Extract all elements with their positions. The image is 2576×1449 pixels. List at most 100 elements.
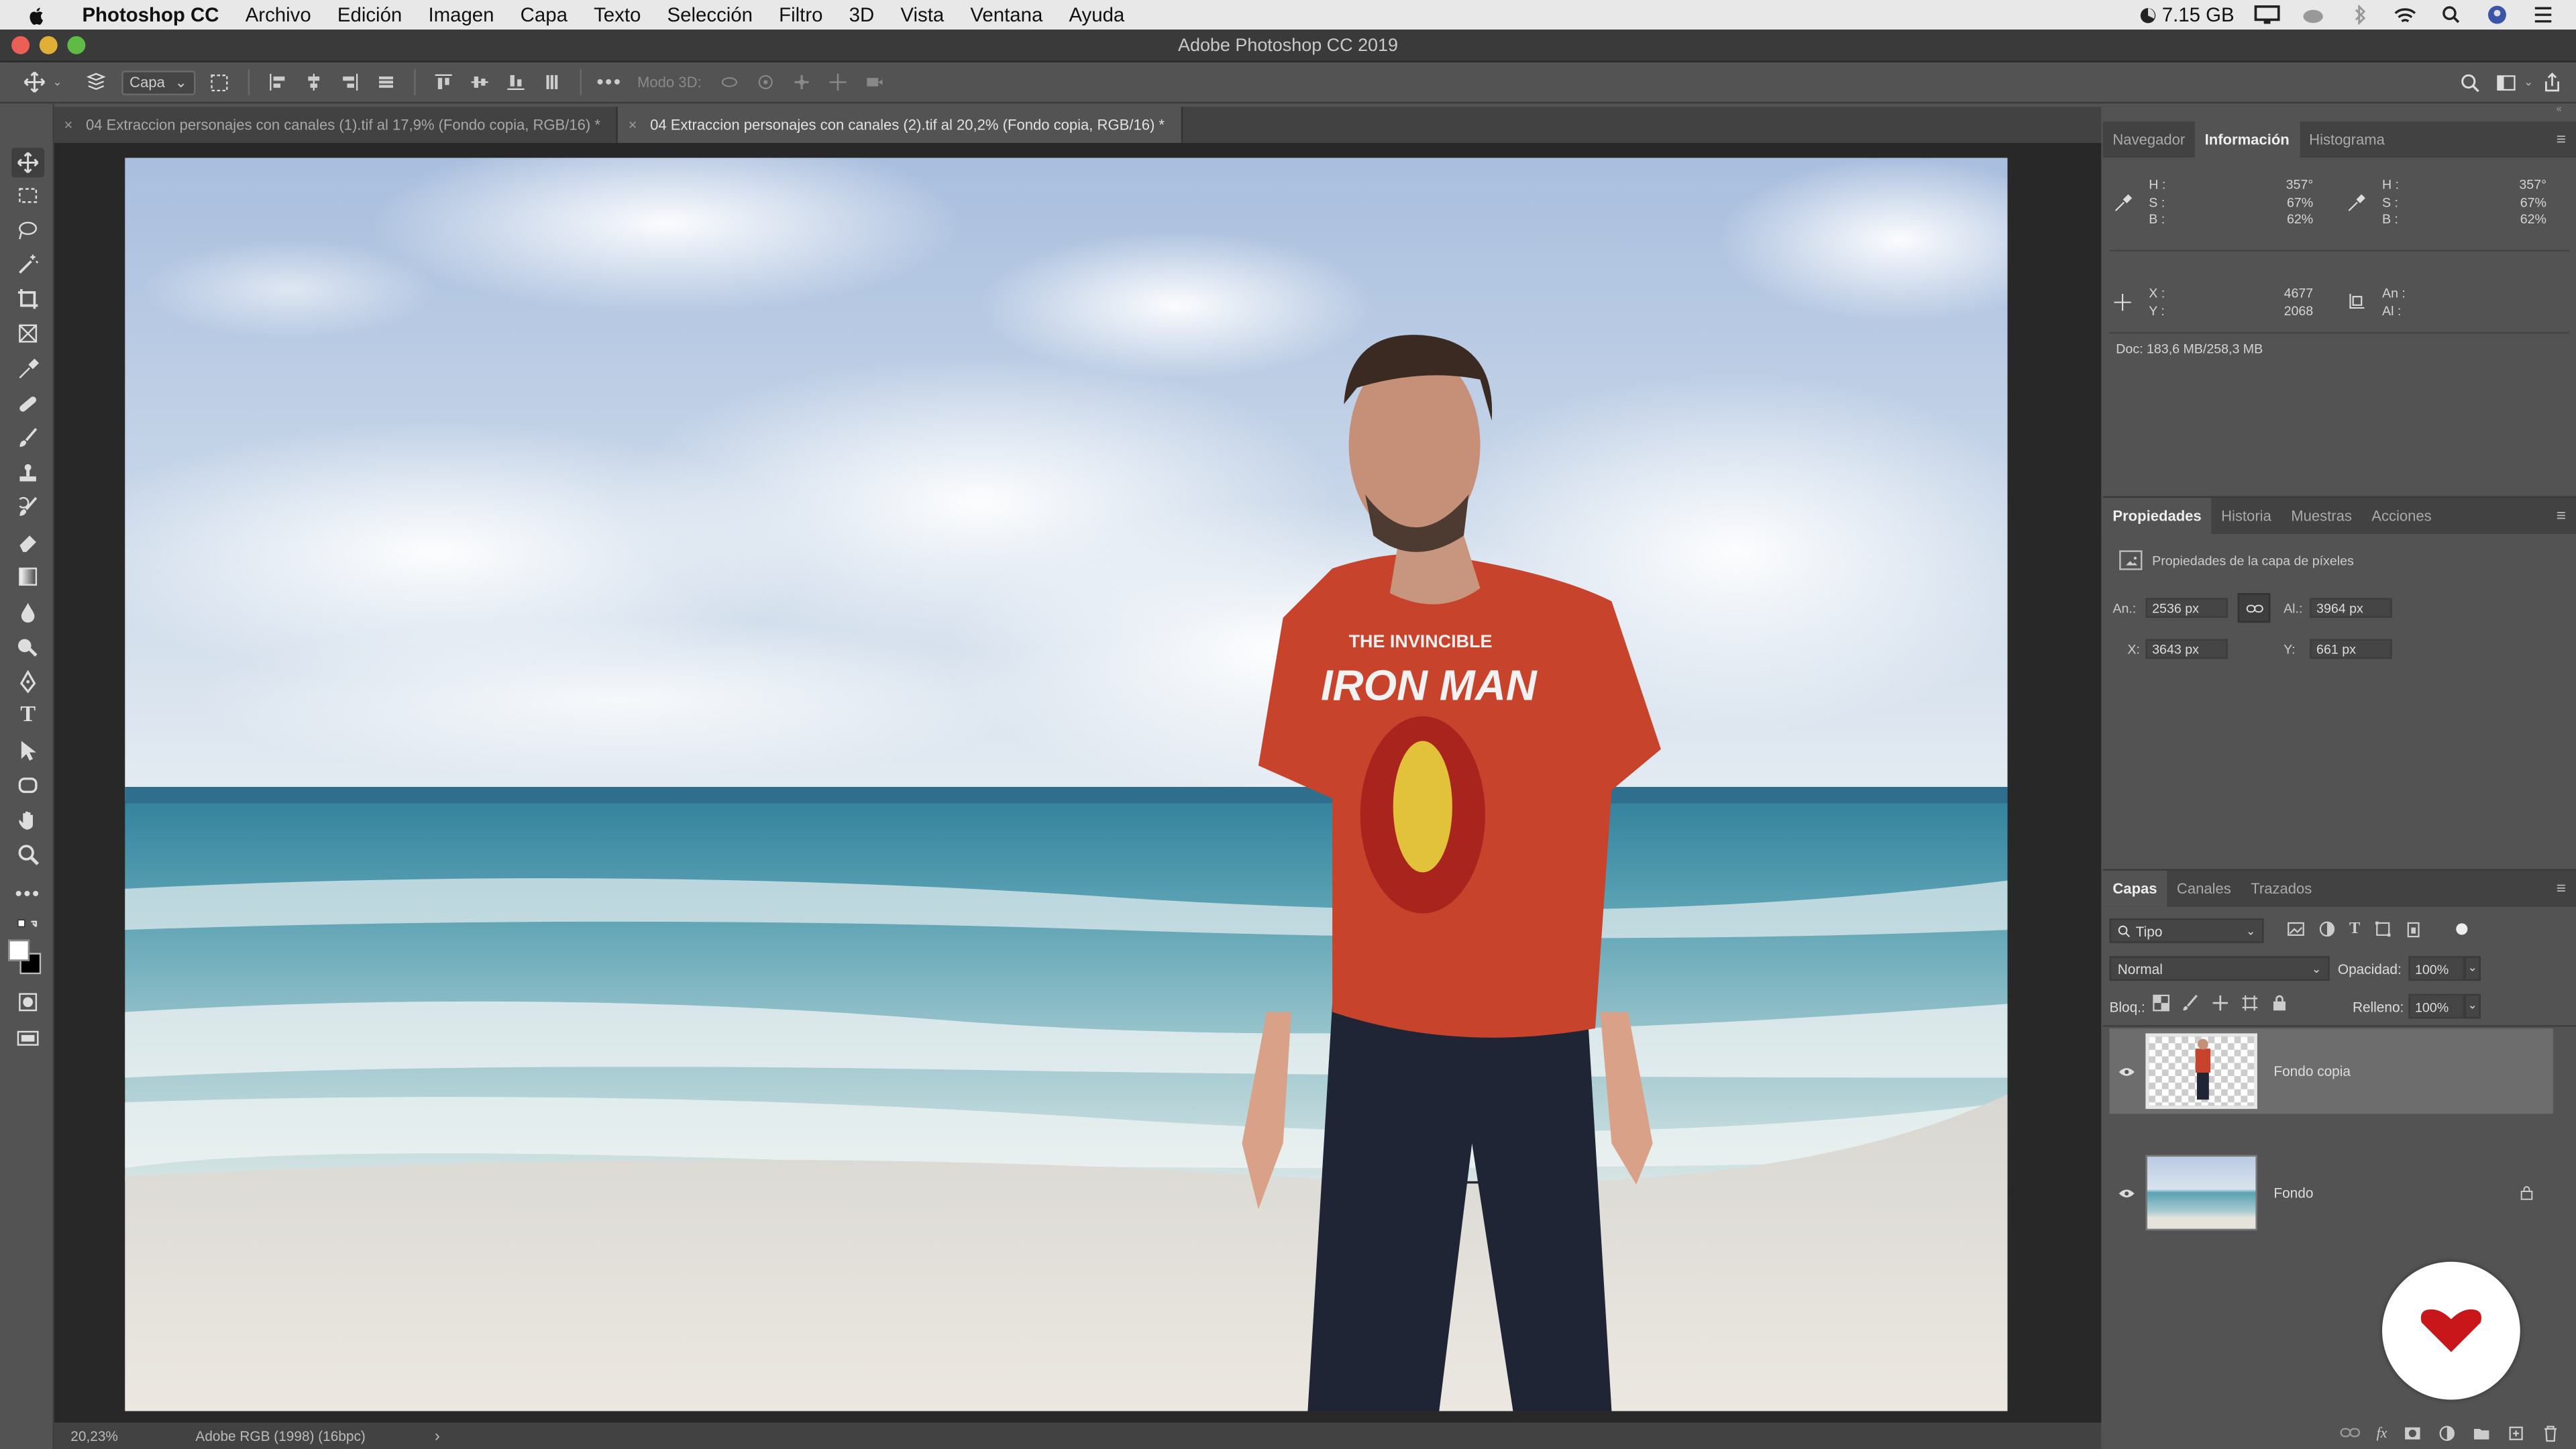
filter-pixel-icon[interactable] — [2287, 920, 2305, 938]
zoom-window-button[interactable] — [67, 36, 86, 54]
align-top-icon[interactable] — [432, 70, 455, 93]
filter-smart-object-icon[interactable] — [2405, 920, 2423, 938]
align-right-icon[interactable] — [338, 70, 361, 93]
opacity-field[interactable]: 100% — [2408, 956, 2465, 981]
link-layers-icon[interactable] — [2339, 1426, 2360, 1440]
clone-stamp-tool[interactable] — [11, 458, 44, 488]
orbit-3d-icon[interactable] — [718, 70, 741, 93]
slide-3d-icon[interactable] — [826, 70, 849, 93]
move-tool[interactable] — [11, 148, 45, 178]
scale-3d-icon[interactable] — [863, 70, 885, 93]
hand-tool[interactable] — [11, 805, 44, 835]
eyedropper-tool[interactable] — [11, 355, 44, 384]
auto-select-icon[interactable] — [85, 70, 108, 93]
menu-ayuda[interactable]: Ayuda — [1056, 0, 1138, 30]
search-icon[interactable] — [2438, 5, 2464, 24]
tab-historia[interactable]: Historia — [2211, 498, 2281, 534]
transform-controls-icon[interactable] — [209, 70, 231, 93]
more-options-icon[interactable]: ••• — [596, 70, 621, 93]
opacity-chevron-icon[interactable]: ⌄ — [2464, 956, 2481, 981]
document-image[interactable]: THE INVINCIBLE IRON MAN — [125, 158, 2008, 1411]
filter-type-icon[interactable]: T — [2349, 920, 2360, 938]
tool-preset-chevron-icon[interactable]: ⌄ — [52, 76, 62, 89]
align-bottom-icon[interactable] — [504, 70, 527, 93]
lock-pixels-icon[interactable] — [2182, 994, 2200, 1012]
new-layer-icon[interactable] — [2507, 1424, 2525, 1442]
layer-row-fondo[interactable]: Fondo — [2109, 1150, 2553, 1235]
menu-texto[interactable]: Texto — [581, 0, 654, 30]
search-icon[interactable] — [2458, 70, 2481, 93]
align-middle-v-icon[interactable] — [468, 70, 491, 93]
memory-monitor[interactable]: 7.15 GB — [2139, 3, 2235, 26]
screen-mode-button[interactable] — [11, 1024, 44, 1053]
pen-tool[interactable] — [11, 667, 44, 696]
path-selection-tool[interactable] — [11, 736, 44, 765]
magic-wand-tool[interactable] — [11, 250, 44, 279]
workspace-icon[interactable] — [2494, 70, 2517, 93]
align-left-icon[interactable] — [266, 70, 289, 93]
tab-informacion[interactable]: Información — [2194, 121, 2300, 158]
document-tab-2[interactable]: × 04 Extraccion personajes con canales (… — [618, 107, 1183, 144]
fill-chevron-icon[interactable]: ⌄ — [2464, 994, 2481, 1019]
tab-histograma[interactable]: Histograma — [2299, 121, 2394, 158]
y-position-field[interactable]: 661 px — [2310, 639, 2392, 659]
type-tool[interactable]: T — [11, 702, 44, 731]
gradient-tool[interactable] — [11, 562, 44, 592]
height-field[interactable]: 3964 px — [2310, 598, 2392, 618]
adjustment-layer-icon[interactable] — [2438, 1424, 2456, 1442]
layer-name[interactable]: Fondo copia — [2273, 1063, 2351, 1079]
width-field[interactable]: 2536 px — [2145, 598, 2228, 618]
filter-shape-icon[interactable] — [2373, 920, 2392, 938]
tab-capas[interactable]: Capas — [2102, 870, 2167, 907]
tab-trazados[interactable]: Trazados — [2241, 871, 2322, 907]
trash-icon[interactable] — [2542, 1424, 2560, 1442]
distribute-v-icon[interactable] — [541, 70, 564, 93]
tab-acciones[interactable]: Acciones — [2362, 498, 2442, 534]
panel-menu-icon[interactable]: ≡ — [2546, 498, 2576, 534]
filter-adjustment-icon[interactable] — [2318, 920, 2337, 938]
zoom-tool[interactable] — [11, 839, 44, 869]
wifi-icon[interactable] — [2392, 5, 2418, 24]
layer-style-icon[interactable]: fx — [2376, 1424, 2387, 1440]
menu-3d[interactable]: 3D — [836, 0, 888, 30]
shape-tool[interactable] — [11, 771, 44, 800]
link-dimensions-button[interactable] — [2237, 593, 2271, 623]
bluetooth-icon[interactable] — [2346, 5, 2372, 25]
pan-3d-icon[interactable] — [790, 70, 813, 93]
lock-transparency-icon[interactable] — [2152, 994, 2170, 1012]
lock-position-icon[interactable] — [2211, 994, 2229, 1012]
panel-menu-icon[interactable]: ≡ — [2546, 871, 2576, 907]
marquee-tool[interactable] — [11, 180, 44, 210]
layer-lock-icon[interactable] — [2520, 1185, 2534, 1201]
collapse-panels-icon[interactable]: « — [2557, 105, 2562, 115]
lock-all-icon[interactable] — [2270, 994, 2288, 1012]
lasso-tool[interactable] — [11, 215, 44, 245]
tab-canales[interactable]: Canales — [2167, 871, 2241, 907]
eraser-tool[interactable] — [11, 527, 44, 557]
dodge-tool[interactable] — [11, 633, 44, 662]
filter-toggle[interactable] — [2455, 923, 2467, 935]
visibility-eye-icon[interactable] — [2109, 1065, 2142, 1077]
distribute-h-icon[interactable] — [374, 70, 397, 93]
lock-artboard-icon[interactable] — [2241, 994, 2259, 1012]
workspace-chevron-icon[interactable]: ⌄ — [2524, 76, 2533, 89]
close-tab-icon[interactable]: × — [64, 117, 73, 133]
menu-imagen[interactable]: Imagen — [415, 0, 507, 30]
frame-tool[interactable] — [11, 319, 44, 348]
minimize-window-button[interactable] — [39, 36, 58, 54]
menu-filtro[interactable]: Filtro — [766, 0, 837, 30]
move-tool-icon[interactable] — [23, 70, 46, 93]
roll-3d-icon[interactable] — [754, 70, 777, 93]
tab-navegador[interactable]: Navegador — [2103, 121, 2195, 158]
color-swatches[interactable] — [8, 939, 44, 976]
menu-seleccion[interactable]: Selección — [654, 0, 766, 30]
menu-vista[interactable]: Vista — [888, 0, 957, 30]
user-avatar-icon[interactable] — [2484, 5, 2510, 24]
tab-propiedades[interactable]: Propiedades — [2102, 498, 2212, 534]
menu-edicion[interactable]: Edición — [324, 0, 415, 30]
menu-app[interactable]: Photoshop CC — [69, 0, 232, 30]
x-position-field[interactable]: 3643 px — [2145, 639, 2228, 659]
cloud-icon[interactable] — [2300, 5, 2326, 24]
menu-ventana[interactable]: Ventana — [957, 0, 1056, 30]
layer-row-fondo-copia[interactable]: Fondo copia — [2109, 1028, 2553, 1114]
